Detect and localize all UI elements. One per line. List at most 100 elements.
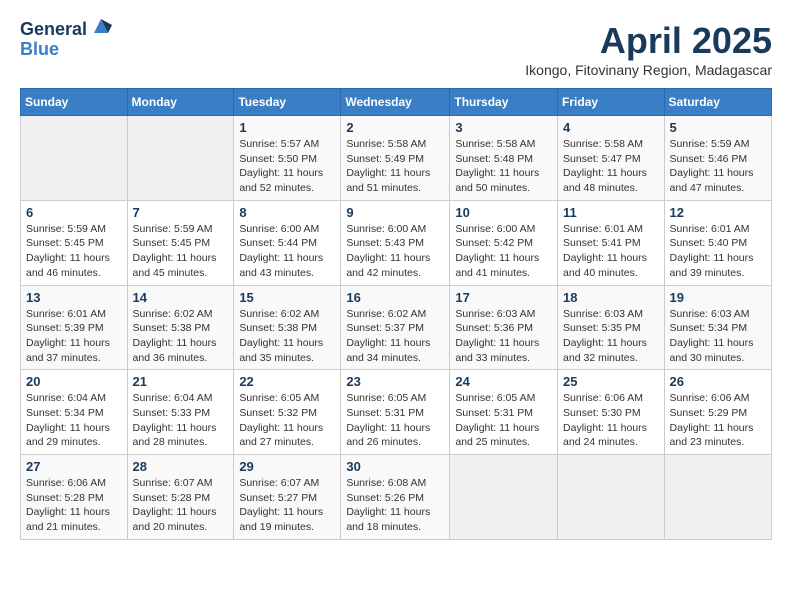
day-number: 26 bbox=[670, 374, 766, 389]
calendar-cell: 17 Sunrise: 6:03 AM Sunset: 5:36 PM Dayl… bbox=[450, 285, 558, 370]
day-info: Sunrise: 6:03 AM Sunset: 5:34 PM Dayligh… bbox=[670, 308, 754, 364]
title-block: April 2025 Ikongo, Fitovinany Region, Ma… bbox=[525, 20, 772, 78]
day-info: Sunrise: 6:00 AM Sunset: 5:43 PM Dayligh… bbox=[346, 223, 430, 279]
calendar-cell: 9 Sunrise: 6:00 AM Sunset: 5:43 PM Dayli… bbox=[341, 200, 450, 285]
calendar-cell: 2 Sunrise: 5:58 AM Sunset: 5:49 PM Dayli… bbox=[341, 116, 450, 201]
calendar-cell: 26 Sunrise: 6:06 AM Sunset: 5:29 PM Dayl… bbox=[664, 370, 771, 455]
calendar-week-row: 27 Sunrise: 6:06 AM Sunset: 5:28 PM Dayl… bbox=[21, 455, 772, 540]
day-info: Sunrise: 6:04 AM Sunset: 5:33 PM Dayligh… bbox=[133, 392, 217, 448]
day-info: Sunrise: 6:06 AM Sunset: 5:29 PM Dayligh… bbox=[670, 392, 754, 448]
calendar-week-row: 1 Sunrise: 5:57 AM Sunset: 5:50 PM Dayli… bbox=[21, 116, 772, 201]
day-number: 20 bbox=[26, 374, 122, 389]
day-number: 3 bbox=[455, 120, 552, 135]
day-number: 18 bbox=[563, 290, 659, 305]
day-number: 9 bbox=[346, 205, 444, 220]
day-number: 23 bbox=[346, 374, 444, 389]
calendar-cell: 3 Sunrise: 5:58 AM Sunset: 5:48 PM Dayli… bbox=[450, 116, 558, 201]
calendar-cell: 30 Sunrise: 6:08 AM Sunset: 5:26 PM Dayl… bbox=[341, 455, 450, 540]
day-header-friday: Friday bbox=[558, 89, 665, 116]
calendar-cell: 11 Sunrise: 6:01 AM Sunset: 5:41 PM Dayl… bbox=[558, 200, 665, 285]
calendar-cell: 29 Sunrise: 6:07 AM Sunset: 5:27 PM Dayl… bbox=[234, 455, 341, 540]
day-number: 13 bbox=[26, 290, 122, 305]
calendar-cell: 10 Sunrise: 6:00 AM Sunset: 5:42 PM Dayl… bbox=[450, 200, 558, 285]
day-info: Sunrise: 5:57 AM Sunset: 5:50 PM Dayligh… bbox=[239, 138, 323, 194]
day-number: 1 bbox=[239, 120, 335, 135]
calendar-cell: 5 Sunrise: 5:59 AM Sunset: 5:46 PM Dayli… bbox=[664, 116, 771, 201]
day-info: Sunrise: 6:00 AM Sunset: 5:44 PM Dayligh… bbox=[239, 223, 323, 279]
day-number: 7 bbox=[133, 205, 229, 220]
day-info: Sunrise: 6:01 AM Sunset: 5:40 PM Dayligh… bbox=[670, 223, 754, 279]
calendar-cell: 27 Sunrise: 6:06 AM Sunset: 5:28 PM Dayl… bbox=[21, 455, 128, 540]
day-number: 12 bbox=[670, 205, 766, 220]
logo: General Blue bbox=[20, 20, 112, 60]
day-info: Sunrise: 6:05 AM Sunset: 5:31 PM Dayligh… bbox=[346, 392, 430, 448]
calendar-cell: 18 Sunrise: 6:03 AM Sunset: 5:35 PM Dayl… bbox=[558, 285, 665, 370]
day-info: Sunrise: 6:08 AM Sunset: 5:26 PM Dayligh… bbox=[346, 477, 430, 533]
day-header-tuesday: Tuesday bbox=[234, 89, 341, 116]
calendar-cell: 7 Sunrise: 5:59 AM Sunset: 5:45 PM Dayli… bbox=[127, 200, 234, 285]
location-subtitle: Ikongo, Fitovinany Region, Madagascar bbox=[525, 62, 772, 78]
day-number: 2 bbox=[346, 120, 444, 135]
day-number: 14 bbox=[133, 290, 229, 305]
calendar-cell: 20 Sunrise: 6:04 AM Sunset: 5:34 PM Dayl… bbox=[21, 370, 128, 455]
logo-general: General bbox=[20, 20, 87, 40]
calendar-cell: 15 Sunrise: 6:02 AM Sunset: 5:38 PM Dayl… bbox=[234, 285, 341, 370]
day-info: Sunrise: 6:00 AM Sunset: 5:42 PM Dayligh… bbox=[455, 223, 539, 279]
calendar-cell: 1 Sunrise: 5:57 AM Sunset: 5:50 PM Dayli… bbox=[234, 116, 341, 201]
day-info: Sunrise: 6:02 AM Sunset: 5:38 PM Dayligh… bbox=[133, 308, 217, 364]
calendar-table: SundayMondayTuesdayWednesdayThursdayFrid… bbox=[20, 88, 772, 540]
day-info: Sunrise: 6:02 AM Sunset: 5:38 PM Dayligh… bbox=[239, 308, 323, 364]
calendar-cell: 14 Sunrise: 6:02 AM Sunset: 5:38 PM Dayl… bbox=[127, 285, 234, 370]
calendar-cell: 22 Sunrise: 6:05 AM Sunset: 5:32 PM Dayl… bbox=[234, 370, 341, 455]
day-header-thursday: Thursday bbox=[450, 89, 558, 116]
calendar-cell: 21 Sunrise: 6:04 AM Sunset: 5:33 PM Dayl… bbox=[127, 370, 234, 455]
day-info: Sunrise: 5:58 AM Sunset: 5:48 PM Dayligh… bbox=[455, 138, 539, 194]
day-number: 10 bbox=[455, 205, 552, 220]
day-number: 24 bbox=[455, 374, 552, 389]
calendar-cell: 19 Sunrise: 6:03 AM Sunset: 5:34 PM Dayl… bbox=[664, 285, 771, 370]
day-number: 16 bbox=[346, 290, 444, 305]
day-info: Sunrise: 5:59 AM Sunset: 5:46 PM Dayligh… bbox=[670, 138, 754, 194]
day-info: Sunrise: 6:07 AM Sunset: 5:28 PM Dayligh… bbox=[133, 477, 217, 533]
day-info: Sunrise: 6:05 AM Sunset: 5:31 PM Dayligh… bbox=[455, 392, 539, 448]
day-info: Sunrise: 6:01 AM Sunset: 5:39 PM Dayligh… bbox=[26, 308, 110, 364]
day-info: Sunrise: 5:59 AM Sunset: 5:45 PM Dayligh… bbox=[133, 223, 217, 279]
day-number: 15 bbox=[239, 290, 335, 305]
day-number: 22 bbox=[239, 374, 335, 389]
calendar-cell: 25 Sunrise: 6:06 AM Sunset: 5:30 PM Dayl… bbox=[558, 370, 665, 455]
logo-icon bbox=[90, 15, 112, 37]
day-number: 6 bbox=[26, 205, 122, 220]
calendar-cell bbox=[558, 455, 665, 540]
day-info: Sunrise: 6:03 AM Sunset: 5:35 PM Dayligh… bbox=[563, 308, 647, 364]
calendar-cell: 24 Sunrise: 6:05 AM Sunset: 5:31 PM Dayl… bbox=[450, 370, 558, 455]
day-number: 30 bbox=[346, 459, 444, 474]
day-header-sunday: Sunday bbox=[21, 89, 128, 116]
calendar-cell bbox=[127, 116, 234, 201]
logo-blue: Blue bbox=[20, 40, 112, 60]
day-header-monday: Monday bbox=[127, 89, 234, 116]
day-info: Sunrise: 6:01 AM Sunset: 5:41 PM Dayligh… bbox=[563, 223, 647, 279]
calendar-cell: 16 Sunrise: 6:02 AM Sunset: 5:37 PM Dayl… bbox=[341, 285, 450, 370]
calendar-cell: 4 Sunrise: 5:58 AM Sunset: 5:47 PM Dayli… bbox=[558, 116, 665, 201]
calendar-cell: 8 Sunrise: 6:00 AM Sunset: 5:44 PM Dayli… bbox=[234, 200, 341, 285]
day-info: Sunrise: 6:04 AM Sunset: 5:34 PM Dayligh… bbox=[26, 392, 110, 448]
day-number: 27 bbox=[26, 459, 122, 474]
calendar-week-row: 20 Sunrise: 6:04 AM Sunset: 5:34 PM Dayl… bbox=[21, 370, 772, 455]
day-number: 29 bbox=[239, 459, 335, 474]
day-info: Sunrise: 6:05 AM Sunset: 5:32 PM Dayligh… bbox=[239, 392, 323, 448]
day-info: Sunrise: 6:03 AM Sunset: 5:36 PM Dayligh… bbox=[455, 308, 539, 364]
day-header-wednesday: Wednesday bbox=[341, 89, 450, 116]
day-number: 11 bbox=[563, 205, 659, 220]
day-header-saturday: Saturday bbox=[664, 89, 771, 116]
calendar-cell: 23 Sunrise: 6:05 AM Sunset: 5:31 PM Dayl… bbox=[341, 370, 450, 455]
logo-text: General Blue bbox=[20, 20, 112, 60]
calendar-week-row: 13 Sunrise: 6:01 AM Sunset: 5:39 PM Dayl… bbox=[21, 285, 772, 370]
day-number: 25 bbox=[563, 374, 659, 389]
day-info: Sunrise: 5:58 AM Sunset: 5:49 PM Dayligh… bbox=[346, 138, 430, 194]
day-info: Sunrise: 6:06 AM Sunset: 5:30 PM Dayligh… bbox=[563, 392, 647, 448]
day-number: 8 bbox=[239, 205, 335, 220]
day-number: 5 bbox=[670, 120, 766, 135]
calendar-week-row: 6 Sunrise: 5:59 AM Sunset: 5:45 PM Dayli… bbox=[21, 200, 772, 285]
calendar-cell: 28 Sunrise: 6:07 AM Sunset: 5:28 PM Dayl… bbox=[127, 455, 234, 540]
calendar-cell bbox=[450, 455, 558, 540]
